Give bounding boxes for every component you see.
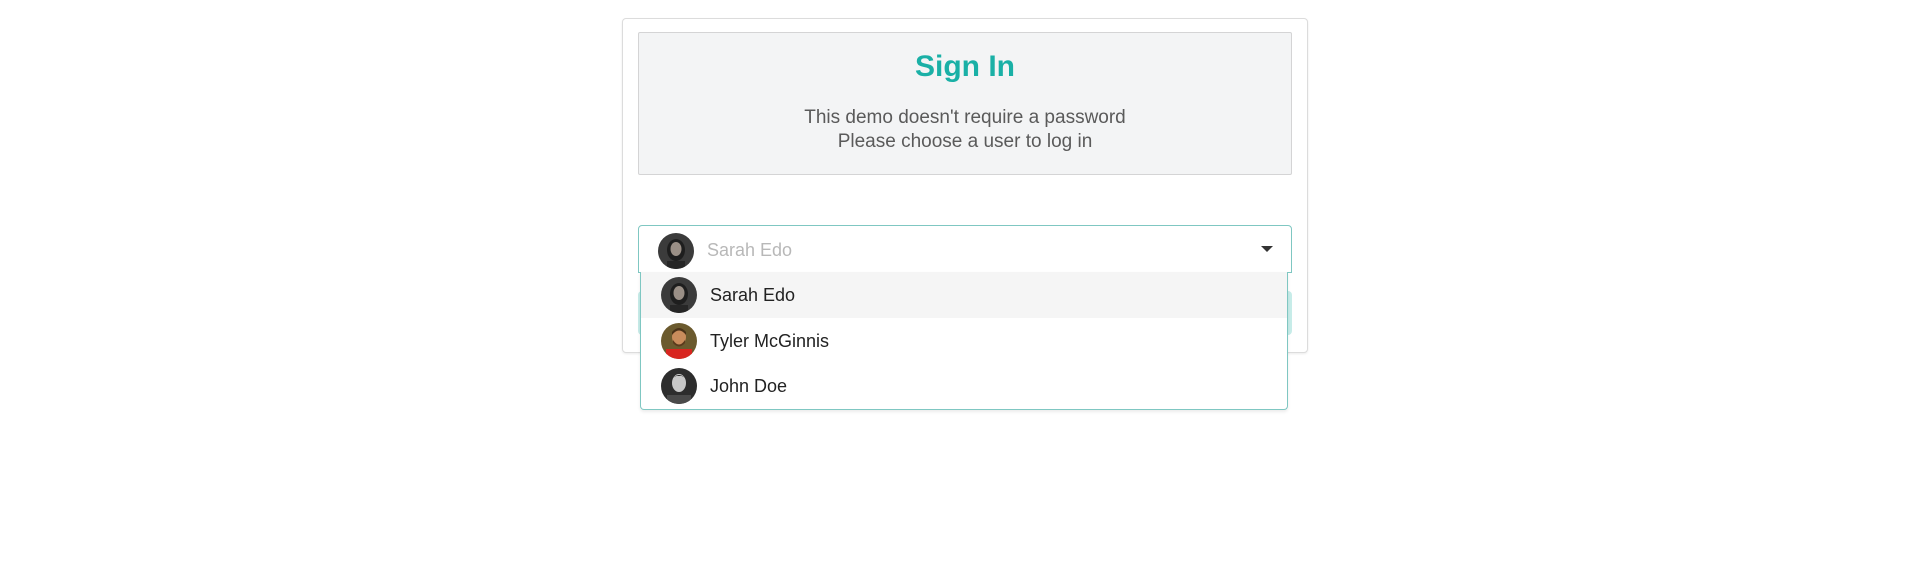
user-select-dropdown[interactable]: Sarah Edo <box>638 225 1292 273</box>
user-option-label: Sarah Edo <box>710 285 796 305</box>
user-option-label: John Doe <box>710 376 788 396</box>
user-option-tyler-mcginnis[interactable]: Tyler McGinnis <box>641 318 1287 364</box>
signin-header: Sign In This demo doesn't require a pass… <box>638 32 1292 175</box>
user-option-john-doe[interactable]: John Doe <box>641 363 1287 409</box>
selected-user-text: Sarah Edo <box>707 240 793 260</box>
subtitle-line-2: Please choose a user to log in <box>837 131 1093 152</box>
user-option-label: Tyler McGinnis <box>710 330 830 351</box>
subtitle-line-1: This demo doesn't require a password <box>804 107 1126 128</box>
page-title: Sign In <box>915 50 1015 83</box>
tyler-mcginnis-avatar-icon <box>661 322 697 359</box>
user-options-menu: Sarah Edo Tyler McGinnis John Doe <box>640 272 1288 410</box>
john-doe-avatar-icon <box>661 368 697 404</box>
signin-subtitle: This demo doesn't require a password Ple… <box>639 106 1291 154</box>
user-option-sarah-edo[interactable]: Sarah Edo <box>641 272 1287 318</box>
dropdown-caret-icon[interactable] <box>1261 246 1273 252</box>
sarah-edo-avatar-icon <box>658 233 694 269</box>
sarah-edo-avatar-icon <box>661 277 697 313</box>
